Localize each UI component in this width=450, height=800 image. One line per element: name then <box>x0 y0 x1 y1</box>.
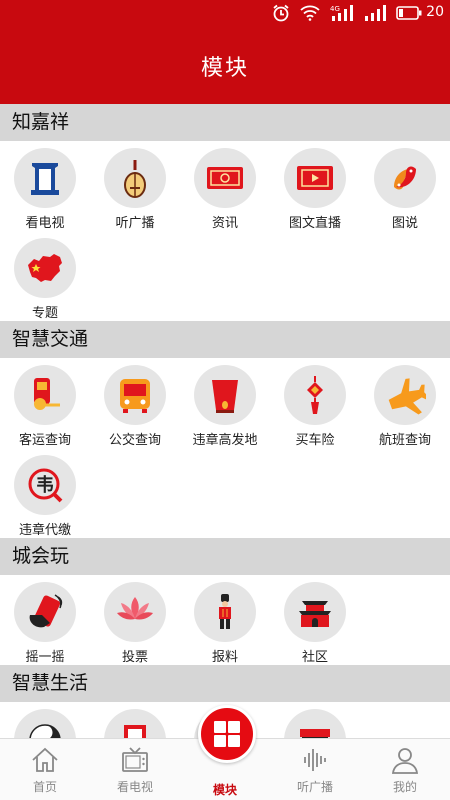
tab-label: 听广播 <box>296 780 333 794</box>
tab-label: 看电视 <box>116 780 153 794</box>
module-label: 买车险 <box>295 433 335 448</box>
module-label: 报料 <box>211 650 238 665</box>
module-photo-live[interactable]: 图文直播 <box>270 141 360 231</box>
module-listen-radio[interactable]: 听广播 <box>90 141 180 231</box>
module-label: 资讯 <box>211 216 238 231</box>
module-label: 违章高发地 <box>192 433 258 448</box>
module-watch-tv[interactable]: 看电视 <box>0 141 90 231</box>
signal-icon <box>365 5 386 21</box>
modules-fab-button[interactable] <box>198 705 256 763</box>
module-news[interactable]: 资讯 <box>180 141 270 231</box>
module-label: 违章代缴 <box>18 523 71 538</box>
ticket-machine-icon <box>14 365 76 425</box>
battery-percent: 20 <box>426 4 444 20</box>
section-title-smart-life: 智慧生活 <box>0 665 450 702</box>
module-bus-query[interactable]: 公交查询 <box>90 358 180 448</box>
module-coach-query[interactable]: 客运查询 <box>0 358 90 448</box>
home-icon <box>32 747 58 772</box>
status-bar: 4G 20 <box>0 0 450 28</box>
module-buy-car-insurance[interactable]: 买车险 <box>270 358 360 448</box>
app-header: 4G 20 模块 <box>0 0 450 104</box>
module-label: 图说 <box>391 216 418 231</box>
module-label: 客运查询 <box>18 433 71 448</box>
svg-text:4G: 4G <box>330 5 340 13</box>
violation-stamp-icon: 韦 <box>14 455 76 515</box>
tab-label: 首页 <box>32 780 57 794</box>
koi-fish-icon <box>374 148 436 208</box>
user-icon <box>391 748 419 774</box>
section-title-zhijiaxiang: 知嘉祥 <box>0 104 450 141</box>
module-label: 社区 <box>301 650 328 665</box>
tab-label: 我的 <box>392 780 417 794</box>
status-icons: 4G <box>272 4 422 22</box>
module-vote[interactable]: 投票 <box>90 575 180 665</box>
section-title-smart-traffic: 智慧交通 <box>0 321 450 358</box>
tab-modules[interactable]: 模块 <box>180 705 270 800</box>
china-map-icon <box>14 238 76 298</box>
module-community[interactable]: 社区 <box>270 575 360 665</box>
module-label: 航班查询 <box>378 433 431 448</box>
module-violation-hotspot[interactable]: 违章高发地 <box>180 358 270 448</box>
module-smart-life-2[interactable] <box>90 702 180 738</box>
section-title-city-fun: 城会玩 <box>0 538 450 575</box>
yin-yang-icon <box>14 709 76 738</box>
page-title: 模块 <box>200 56 249 81</box>
alarm-icon <box>273 4 289 22</box>
module-special-topic[interactable]: 专题 <box>0 231 90 321</box>
module-smart-life-1[interactable] <box>0 702 90 738</box>
section-grid-city-fun: 摇一摇 投票 报料 社区 <box>0 575 450 665</box>
roof-icon <box>284 709 346 738</box>
tv-frame-icon <box>104 709 166 738</box>
module-picture-story[interactable]: 图说 <box>360 141 450 231</box>
lantern-icon <box>194 365 256 425</box>
battery-icon <box>396 6 422 20</box>
lotus-icon <box>104 582 166 642</box>
module-label: 看电视 <box>25 216 65 231</box>
module-label: 图文直播 <box>288 216 341 231</box>
pipa-lute-icon <box>104 148 166 208</box>
tab-watch-tv[interactable]: 看电视 <box>90 739 180 800</box>
signal-4g-icon: 4G <box>330 5 353 21</box>
module-list[interactable]: 知嘉祥 看电视 听广播 资讯 图文直播 图说 专题 智慧交通 客运查询 公交查询… <box>0 104 450 738</box>
gate-tower-icon <box>284 582 346 642</box>
bottom-tab-bar: 首页 看电视 模块 听广播 我的 <box>0 705 450 800</box>
grid-icon <box>214 721 240 747</box>
airplane-icon <box>374 365 436 425</box>
module-flight-query[interactable]: 航班查询 <box>360 358 450 448</box>
module-label: 公交查询 <box>108 433 161 448</box>
bus-icon <box>104 365 166 425</box>
tv-icon <box>122 747 148 772</box>
tab-mine[interactable]: 我的 <box>360 739 450 800</box>
wifi-icon <box>300 5 320 21</box>
tab-listen-radio[interactable]: 听广播 <box>270 739 360 800</box>
chinese-knot-icon <box>284 365 346 425</box>
section-grid-zhijiaxiang: 看电视 听广播 资讯 图文直播 图说 专题 <box>0 141 450 321</box>
module-label: 摇一摇 <box>25 650 65 665</box>
section-grid-smart-traffic: 客运查询 公交查询 违章高发地 买车险 航班查询 韦 违章代缴 <box>0 358 450 538</box>
news-ticket-icon <box>194 148 256 208</box>
live-video-icon <box>284 148 346 208</box>
module-shake[interactable]: 摇一摇 <box>0 575 90 665</box>
module-label: 投票 <box>121 650 148 665</box>
sound-wave-icon <box>304 749 326 771</box>
module-report[interactable]: 报料 <box>180 575 270 665</box>
tab-label: 模块 <box>212 783 237 797</box>
module-label: 专题 <box>31 306 58 321</box>
svg-text:韦: 韦 <box>36 475 54 496</box>
shake-phone-icon <box>14 582 76 642</box>
tab-home[interactable]: 首页 <box>0 739 90 800</box>
guard-figure-icon <box>194 582 256 642</box>
tv-tower-icon <box>14 148 76 208</box>
module-violation-payment[interactable]: 韦 违章代缴 <box>0 448 90 538</box>
module-smart-life-4[interactable] <box>270 702 360 738</box>
module-label: 听广播 <box>115 216 155 231</box>
